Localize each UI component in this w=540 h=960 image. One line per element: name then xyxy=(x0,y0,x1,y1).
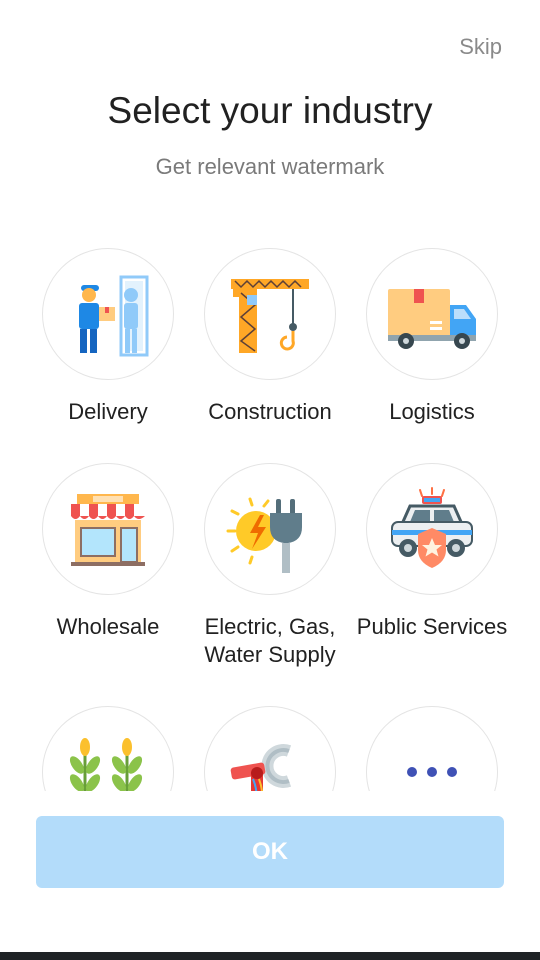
industry-utilities-circle xyxy=(204,463,336,595)
industry-utilities[interactable]: Electric, Gas, Water Supply xyxy=(189,463,351,669)
industry-construction-circle xyxy=(204,248,336,380)
robot-arm-icon xyxy=(230,744,292,791)
industry-logistics-circle xyxy=(366,248,498,380)
industry-manufacturing-circle xyxy=(204,706,336,791)
industry-agriculture[interactable] xyxy=(27,706,189,791)
more-icon xyxy=(407,767,457,777)
page-title: Select your industry xyxy=(107,90,433,131)
crane-icon xyxy=(231,279,309,353)
system-nav-bar xyxy=(0,952,540,960)
industry-construction[interactable]: Construction xyxy=(189,248,351,426)
industry-label: Construction xyxy=(208,399,332,424)
store-icon xyxy=(71,494,145,566)
page-subtitle: Get relevant watermark xyxy=(155,154,385,179)
industry-wholesale-circle xyxy=(42,463,174,595)
industry-more[interactable] xyxy=(351,706,513,791)
ok-button[interactable]: OK xyxy=(36,816,504,888)
truck-icon xyxy=(388,289,476,349)
industry-manufacturing[interactable] xyxy=(189,706,351,791)
industry-label: Logistics xyxy=(389,399,475,424)
industry-label: Public Services xyxy=(356,614,508,639)
industry-public-services-circle xyxy=(366,463,498,595)
industry-label: Electric, Gas, Water Supply xyxy=(204,614,336,667)
industry-logistics[interactable]: Logistics xyxy=(351,248,513,426)
industry-more-circle xyxy=(366,706,498,791)
wheat-icon xyxy=(69,738,143,791)
industry-label: Delivery xyxy=(68,399,148,424)
industry-label: Wholesale xyxy=(56,614,160,639)
industry-grid[interactable]: Delivery Construction Logistics Wholesal… xyxy=(0,230,540,791)
delivery-person-icon xyxy=(79,275,149,357)
industry-agriculture-circle xyxy=(42,706,174,791)
plug-icon xyxy=(226,497,302,573)
industry-wholesale[interactable]: Wholesale xyxy=(27,463,189,641)
industry-delivery-circle xyxy=(42,248,174,380)
skip-button[interactable]: Skip xyxy=(459,34,502,60)
police-car-icon xyxy=(391,487,473,568)
industry-delivery[interactable]: Delivery xyxy=(27,248,189,426)
industry-public-services[interactable]: Public Services xyxy=(351,463,513,641)
